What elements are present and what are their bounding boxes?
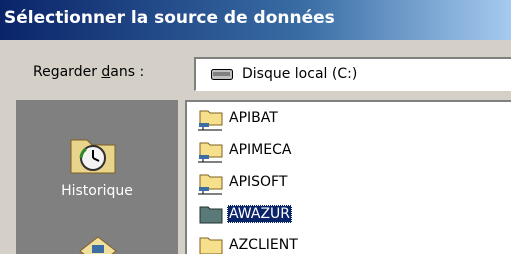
network-folder-icon [198, 110, 223, 131]
network-folder-icon [198, 142, 223, 163]
history-label: Historique [61, 183, 133, 199]
places-bar: Historique [16, 100, 178, 254]
file-name: AWAZUR [227, 205, 293, 223]
file-list[interactable]: APIBAT APIMECA APISOFT AWAZUR AZCLIENT [185, 100, 511, 254]
file-name: APIBAT [229, 110, 278, 126]
dialog-title: Sélectionner la source de données [4, 8, 335, 28]
history-icon [70, 139, 116, 174]
file-name: AZCLIENT [229, 237, 298, 253]
file-name: APISOFT [229, 174, 288, 190]
folder-icon [199, 206, 223, 224]
folder-icon [199, 237, 223, 254]
desktop-icon[interactable] [78, 235, 118, 254]
drive-icon [211, 69, 233, 80]
network-folder-icon [198, 174, 223, 195]
look-in-label: Regarder dans : [33, 64, 145, 80]
look-in-value: Disque local (C:) [242, 66, 358, 82]
title-bar[interactable]: Sélectionner la source de données [0, 0, 511, 40]
file-name: APIMECA [229, 142, 292, 158]
look-in-dropdown[interactable]: Disque local (C:) [194, 57, 511, 91]
